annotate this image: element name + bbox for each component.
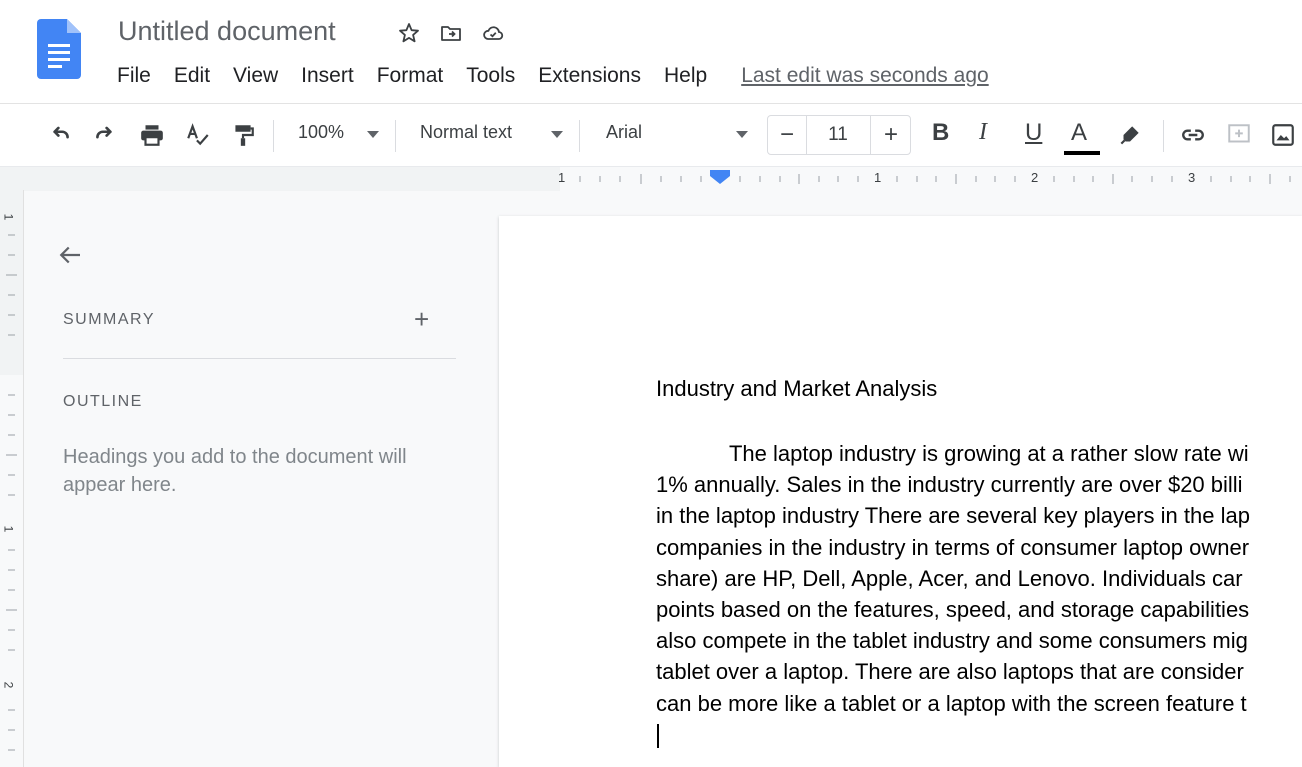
title-actions	[396, 20, 506, 46]
menu-extensions[interactable]: Extensions	[538, 64, 641, 88]
paragraph-line[interactable]: in the laptop industry There are several…	[656, 500, 1250, 531]
menu-edit[interactable]: Edit	[174, 64, 210, 88]
font-select[interactable]: Arial	[606, 122, 642, 143]
outline-heading: OUTLINE	[63, 393, 143, 410]
link-icon[interactable]	[1178, 120, 1208, 150]
ruler-number: 2	[1031, 170, 1039, 185]
toolbar-divider	[579, 120, 580, 152]
menu-view[interactable]: View	[233, 64, 278, 88]
toolbar-divider	[1163, 120, 1164, 152]
ruler-number: 3	[1188, 170, 1196, 185]
paragraph-line[interactable]: companies in the industry in terms of co…	[656, 532, 1250, 563]
image-icon[interactable]	[1268, 120, 1298, 150]
comment-icon[interactable]	[1224, 120, 1254, 150]
redo-icon[interactable]	[90, 120, 120, 150]
menu-bar: File Edit View Insert Format Tools Exten…	[117, 64, 989, 88]
close-outline-arrow-icon[interactable]	[55, 240, 85, 270]
style-select[interactable]: Normal text	[420, 122, 512, 143]
menu-insert[interactable]: Insert	[301, 64, 354, 88]
paragraph-line[interactable]: points based on the features, speed, and…	[656, 594, 1250, 625]
print-icon[interactable]	[137, 120, 167, 150]
header: Untitled document File Edit View Insert …	[0, 0, 1302, 104]
toolbar-divider	[273, 120, 274, 152]
star-icon[interactable]	[396, 20, 422, 46]
paragraph-line[interactable]: 1% annually. Sales in the industry curre…	[656, 469, 1250, 500]
move-folder-icon[interactable]	[438, 20, 464, 46]
paint-format-icon[interactable]	[228, 120, 258, 150]
toolbar-divider	[395, 120, 396, 152]
add-summary-button[interactable]: +	[414, 306, 429, 332]
menu-help[interactable]: Help	[664, 64, 707, 88]
docs-logo-icon[interactable]	[37, 19, 81, 79]
toolbar: 100% Normal text Arial − 11 + B I U A	[0, 104, 1302, 166]
decrease-font-size-button[interactable]: −	[768, 116, 807, 154]
ruler-number: 2	[1, 681, 16, 689]
italic-button[interactable]: I	[979, 119, 987, 146]
font-size-input[interactable]: 11	[806, 116, 870, 154]
ruler-number: 1	[1, 525, 16, 533]
menu-file[interactable]: File	[117, 64, 151, 88]
style-caret-icon[interactable]	[551, 131, 563, 138]
horizontal-ruler[interactable]: 1 1 2 3	[0, 166, 1302, 192]
paragraph-line[interactable]: tablet over a laptop. There are also lap…	[656, 656, 1250, 687]
ruler-number: 1	[1, 213, 16, 221]
document-paragraph[interactable]: The laptop industry is growing at a rath…	[656, 438, 1250, 719]
menu-tools[interactable]: Tools	[466, 64, 515, 88]
ruler-number: 1	[558, 170, 566, 185]
ruler-number: 1	[874, 170, 882, 185]
spellcheck-icon[interactable]	[183, 120, 213, 150]
font-caret-icon[interactable]	[736, 131, 748, 138]
paragraph-line[interactable]: can be more like a tablet or a laptop wi…	[656, 688, 1250, 719]
document-title[interactable]: Untitled document	[118, 16, 336, 47]
font-size-control: − 11 +	[767, 115, 911, 155]
vertical-ruler[interactable]: 1 1 2	[0, 190, 24, 767]
text-color-swatch	[1064, 151, 1100, 155]
outline-divider	[63, 358, 456, 359]
paragraph-line[interactable]: also compete in the tablet industry and …	[656, 625, 1250, 656]
bold-button[interactable]: B	[932, 119, 949, 147]
increase-font-size-button[interactable]: +	[870, 116, 911, 154]
highlighter-icon[interactable]	[1115, 120, 1145, 150]
last-edit-link[interactable]: Last edit was seconds ago	[741, 64, 989, 88]
cloud-saved-icon[interactable]	[480, 20, 506, 46]
paragraph-line[interactable]: The laptop industry is growing at a rath…	[656, 438, 1250, 469]
zoom-select[interactable]: 100%	[298, 122, 344, 143]
text-color-button[interactable]: A	[1071, 119, 1087, 147]
menu-format[interactable]: Format	[377, 64, 444, 88]
paragraph-line[interactable]: share) are HP, Dell, Apple, Acer, and Le…	[656, 563, 1250, 594]
zoom-caret-icon[interactable]	[367, 131, 379, 138]
outline-empty-hint: Headings you add to the document will ap…	[63, 446, 407, 496]
undo-icon[interactable]	[45, 120, 75, 150]
summary-heading: SUMMARY	[63, 311, 155, 328]
document-page[interactable]: Industry and Market Analysis The laptop …	[499, 216, 1302, 767]
underline-button[interactable]: U	[1025, 119, 1042, 147]
text-cursor	[657, 724, 659, 748]
document-heading[interactable]: Industry and Market Analysis	[656, 376, 937, 402]
